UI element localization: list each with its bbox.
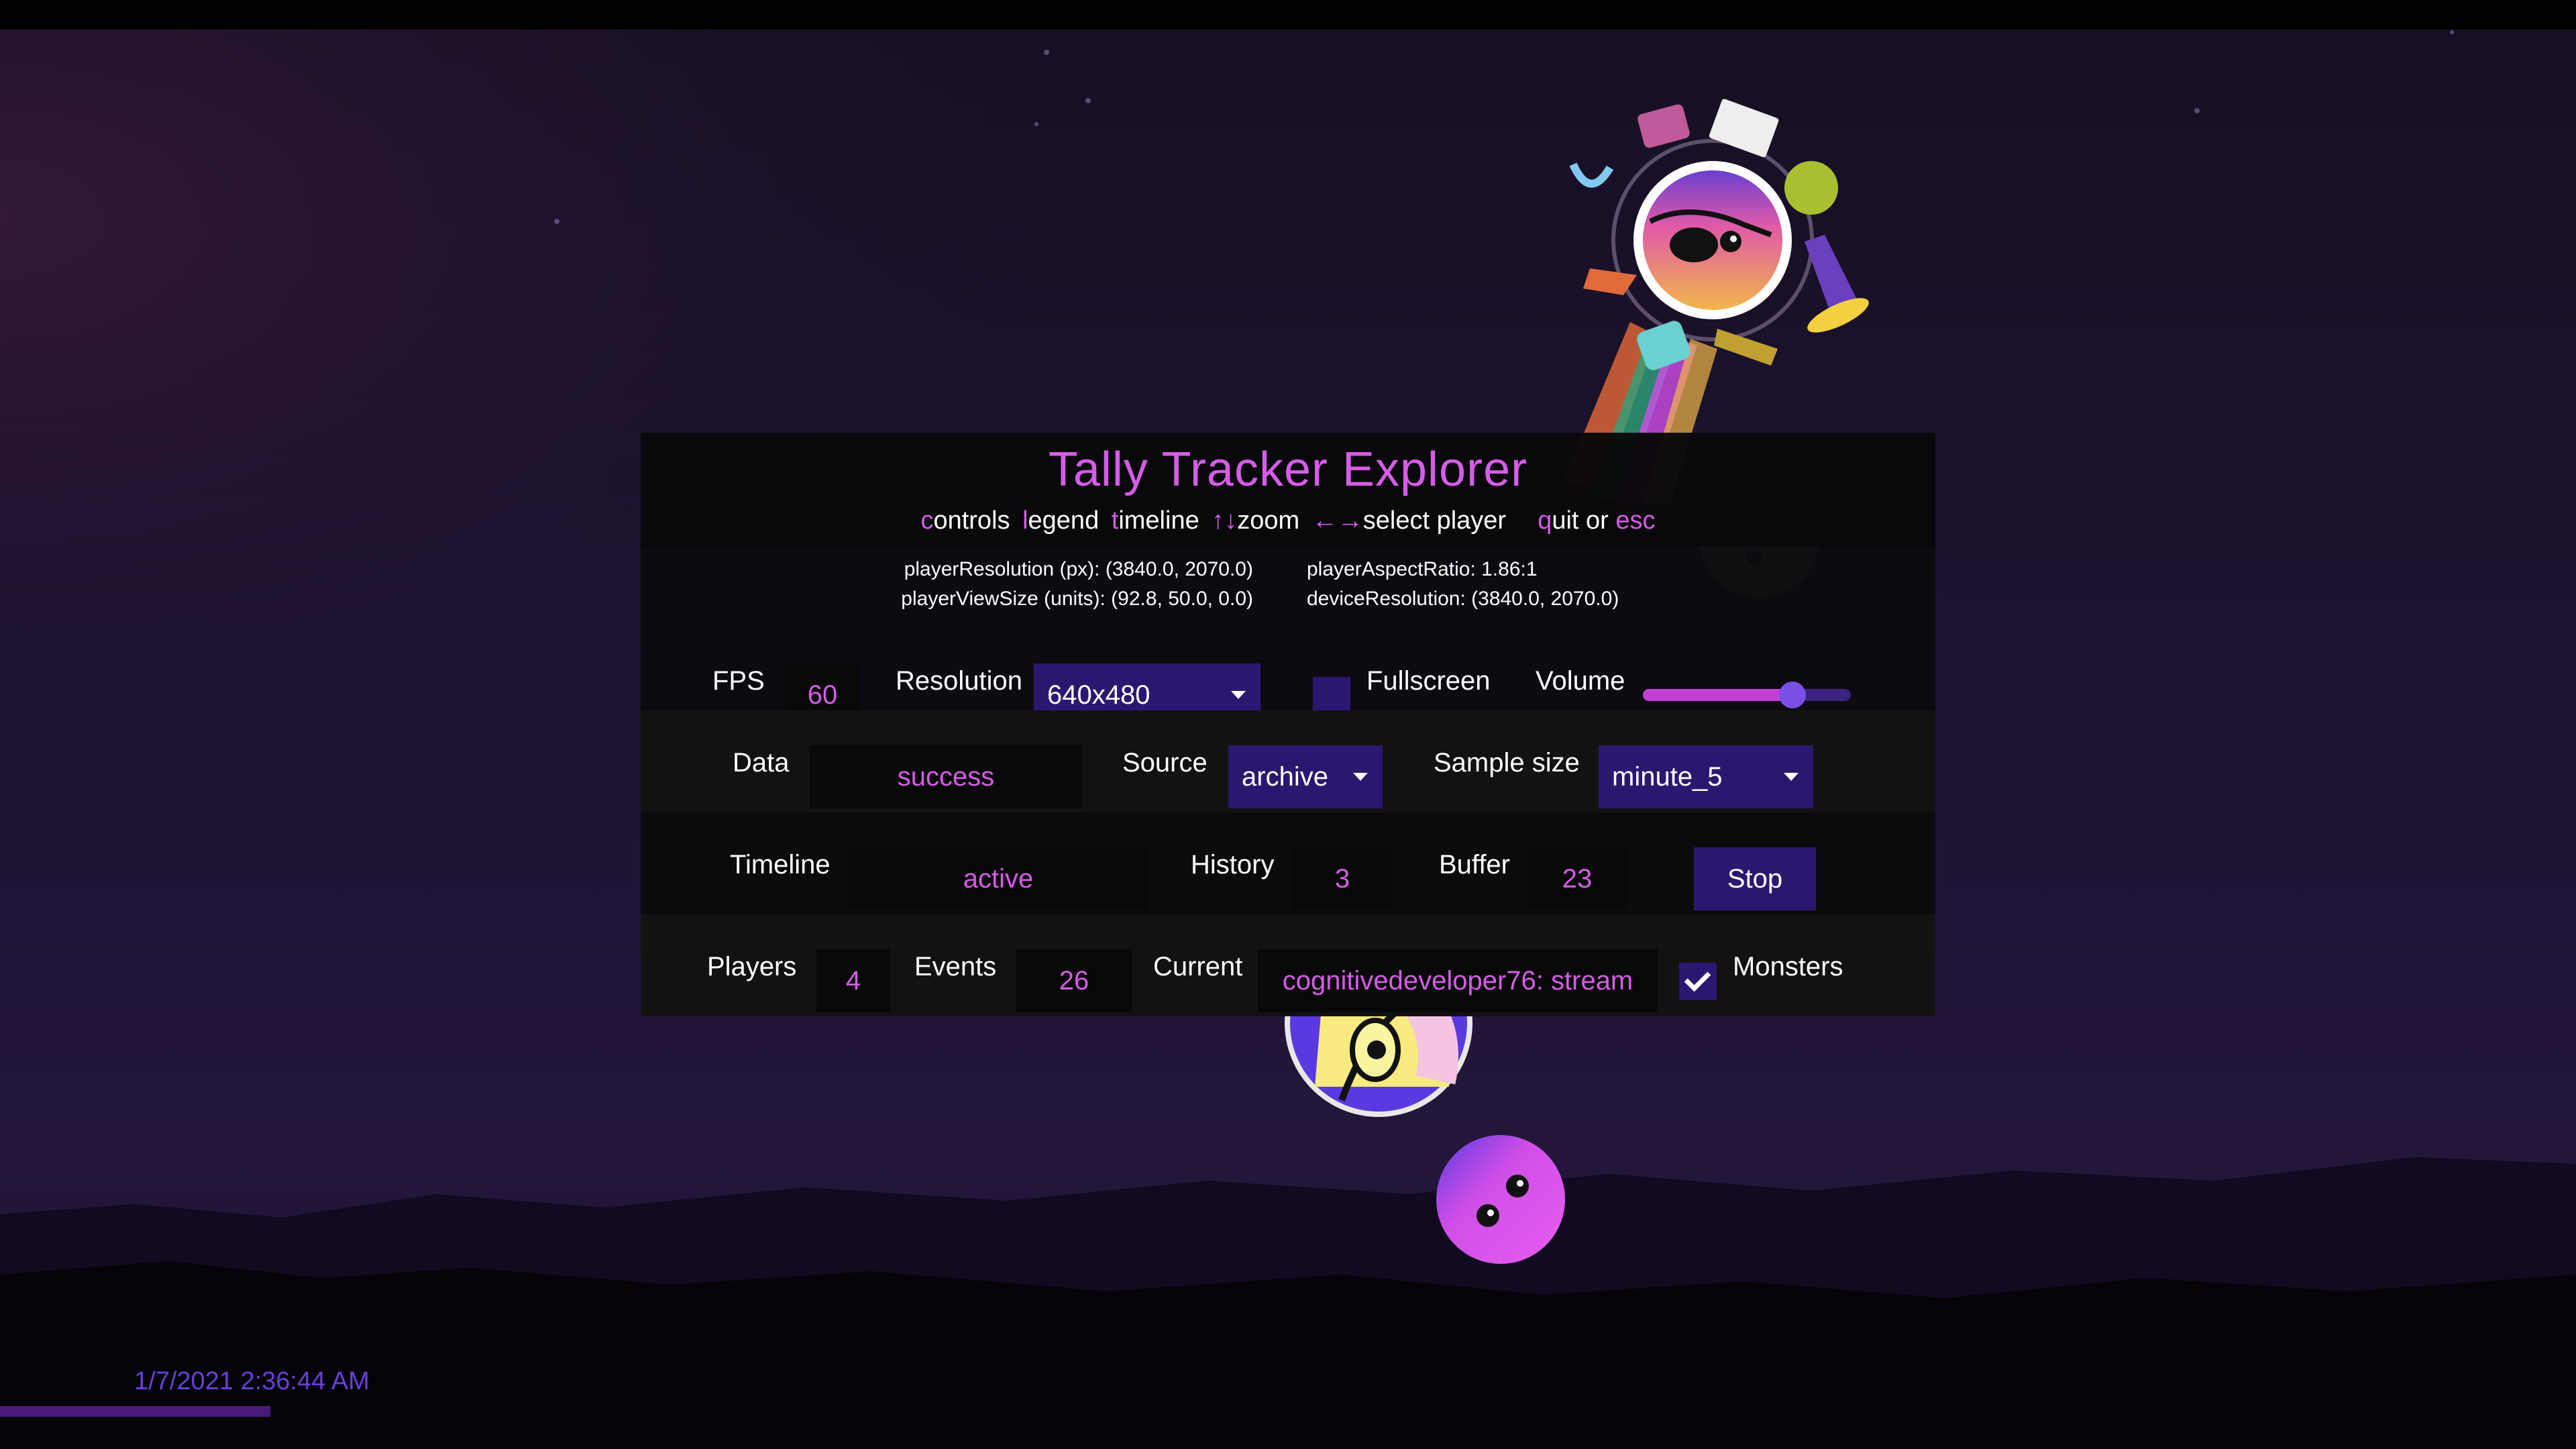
menu-item-controls[interactable]: controls	[920, 506, 1010, 535]
sample-size-select-value: minute_5	[1612, 761, 1723, 792]
monsters-checkbox[interactable]	[1679, 963, 1717, 1000]
volume-label: Volume	[1536, 666, 1625, 696]
fullscreen-label: Fullscreen	[1366, 666, 1491, 696]
device-resolution-text: deviceResolution: (3840.0, 2070.0)	[1307, 588, 1619, 610]
source-select[interactable]: archive	[1228, 745, 1383, 808]
mountain-range-front	[0, 1261, 2576, 1449]
menu-item-legend[interactable]: legend	[1022, 506, 1099, 535]
history-label: History	[1191, 850, 1275, 879]
sample-size-label: Sample size	[1434, 748, 1580, 777]
monsters-label: Monsters	[1733, 952, 1843, 981]
checkmark-icon	[1684, 965, 1711, 992]
controls-row-data: Data success Source archive Sample size …	[641, 710, 1935, 812]
app-title: Tally Tracker Explorer	[1048, 443, 1528, 496]
volume-slider-handle[interactable]	[1779, 682, 1807, 708]
chevron-down-icon	[1231, 691, 1246, 699]
chevron-down-icon	[1353, 773, 1368, 781]
players-value: 4	[816, 949, 890, 1012]
resolution-select-value: 640x480	[1047, 680, 1150, 710]
buffer-label: Buffer	[1439, 850, 1510, 879]
keyboard-shortcut-menu: controls legend timeline ↑↓zoom ←→select…	[641, 506, 1935, 535]
current-player-value: cognitivedeveloper76: stream	[1258, 949, 1658, 1012]
timeline-timestamp: 1/7/2021 2:36:44 AM	[134, 1367, 370, 1395]
menu-item-zoom[interactable]: ↑↓zoom	[1212, 506, 1299, 535]
fullscreen-checkbox[interactable]	[1313, 677, 1350, 714]
menu-item-select-player[interactable]: ←→select player	[1312, 506, 1506, 535]
controls-row-timeline: Timeline active History 3 Buffer 23 Stop	[641, 812, 1935, 914]
timeline-progress-bar[interactable]	[0, 1406, 2576, 1417]
timeline-label: Timeline	[730, 850, 830, 879]
current-label: Current	[1153, 952, 1243, 981]
source-select-value: archive	[1242, 761, 1328, 792]
sample-size-select[interactable]: minute_5	[1599, 745, 1813, 808]
data-label: Data	[733, 748, 790, 777]
controls-row-players: Players 4 Events 26 Current cognitivedev…	[641, 914, 1935, 1016]
fps-label: FPS	[712, 666, 765, 696]
volume-slider-fill	[1643, 689, 1793, 701]
controls-panel: Tally Tracker Explorer controls legend t…	[641, 433, 1935, 1016]
stop-button[interactable]: Stop	[1694, 847, 1816, 910]
timeline-status-value: active	[849, 847, 1148, 910]
players-label: Players	[707, 952, 797, 981]
source-label: Source	[1122, 748, 1208, 777]
history-value: 3	[1293, 847, 1392, 910]
player-resolution-text: playerResolution (px): (3840.0, 2070.0)	[904, 558, 1253, 580]
chevron-down-icon	[1784, 773, 1799, 781]
events-label: Events	[914, 952, 997, 981]
menu-item-quit[interactable]: quit or esc	[1538, 506, 1655, 535]
volume-slider[interactable]	[1643, 689, 1851, 701]
data-status-value: success	[810, 745, 1082, 808]
player-aspect-ratio-text: playerAspectRatio: 1.86:1	[1307, 558, 1538, 580]
player-view-size-text: playerViewSize (units): (92.8, 50.0, 0.0…	[901, 588, 1253, 610]
buffer-value: 23	[1527, 847, 1627, 910]
player-avatar-pink	[1436, 1135, 1565, 1264]
top-bar	[0, 0, 2576, 30]
events-value: 26	[1016, 949, 1132, 1012]
info-right-column: playerAspectRatio: 1.86:1 deviceResoluti…	[1307, 555, 1619, 614]
info-left-column: playerResolution (px): (3840.0, 2070.0) …	[901, 555, 1253, 614]
timeline-progress-fill	[0, 1406, 271, 1417]
menu-item-timeline[interactable]: timeline	[1112, 506, 1199, 535]
resolution-label: Resolution	[896, 666, 1023, 696]
